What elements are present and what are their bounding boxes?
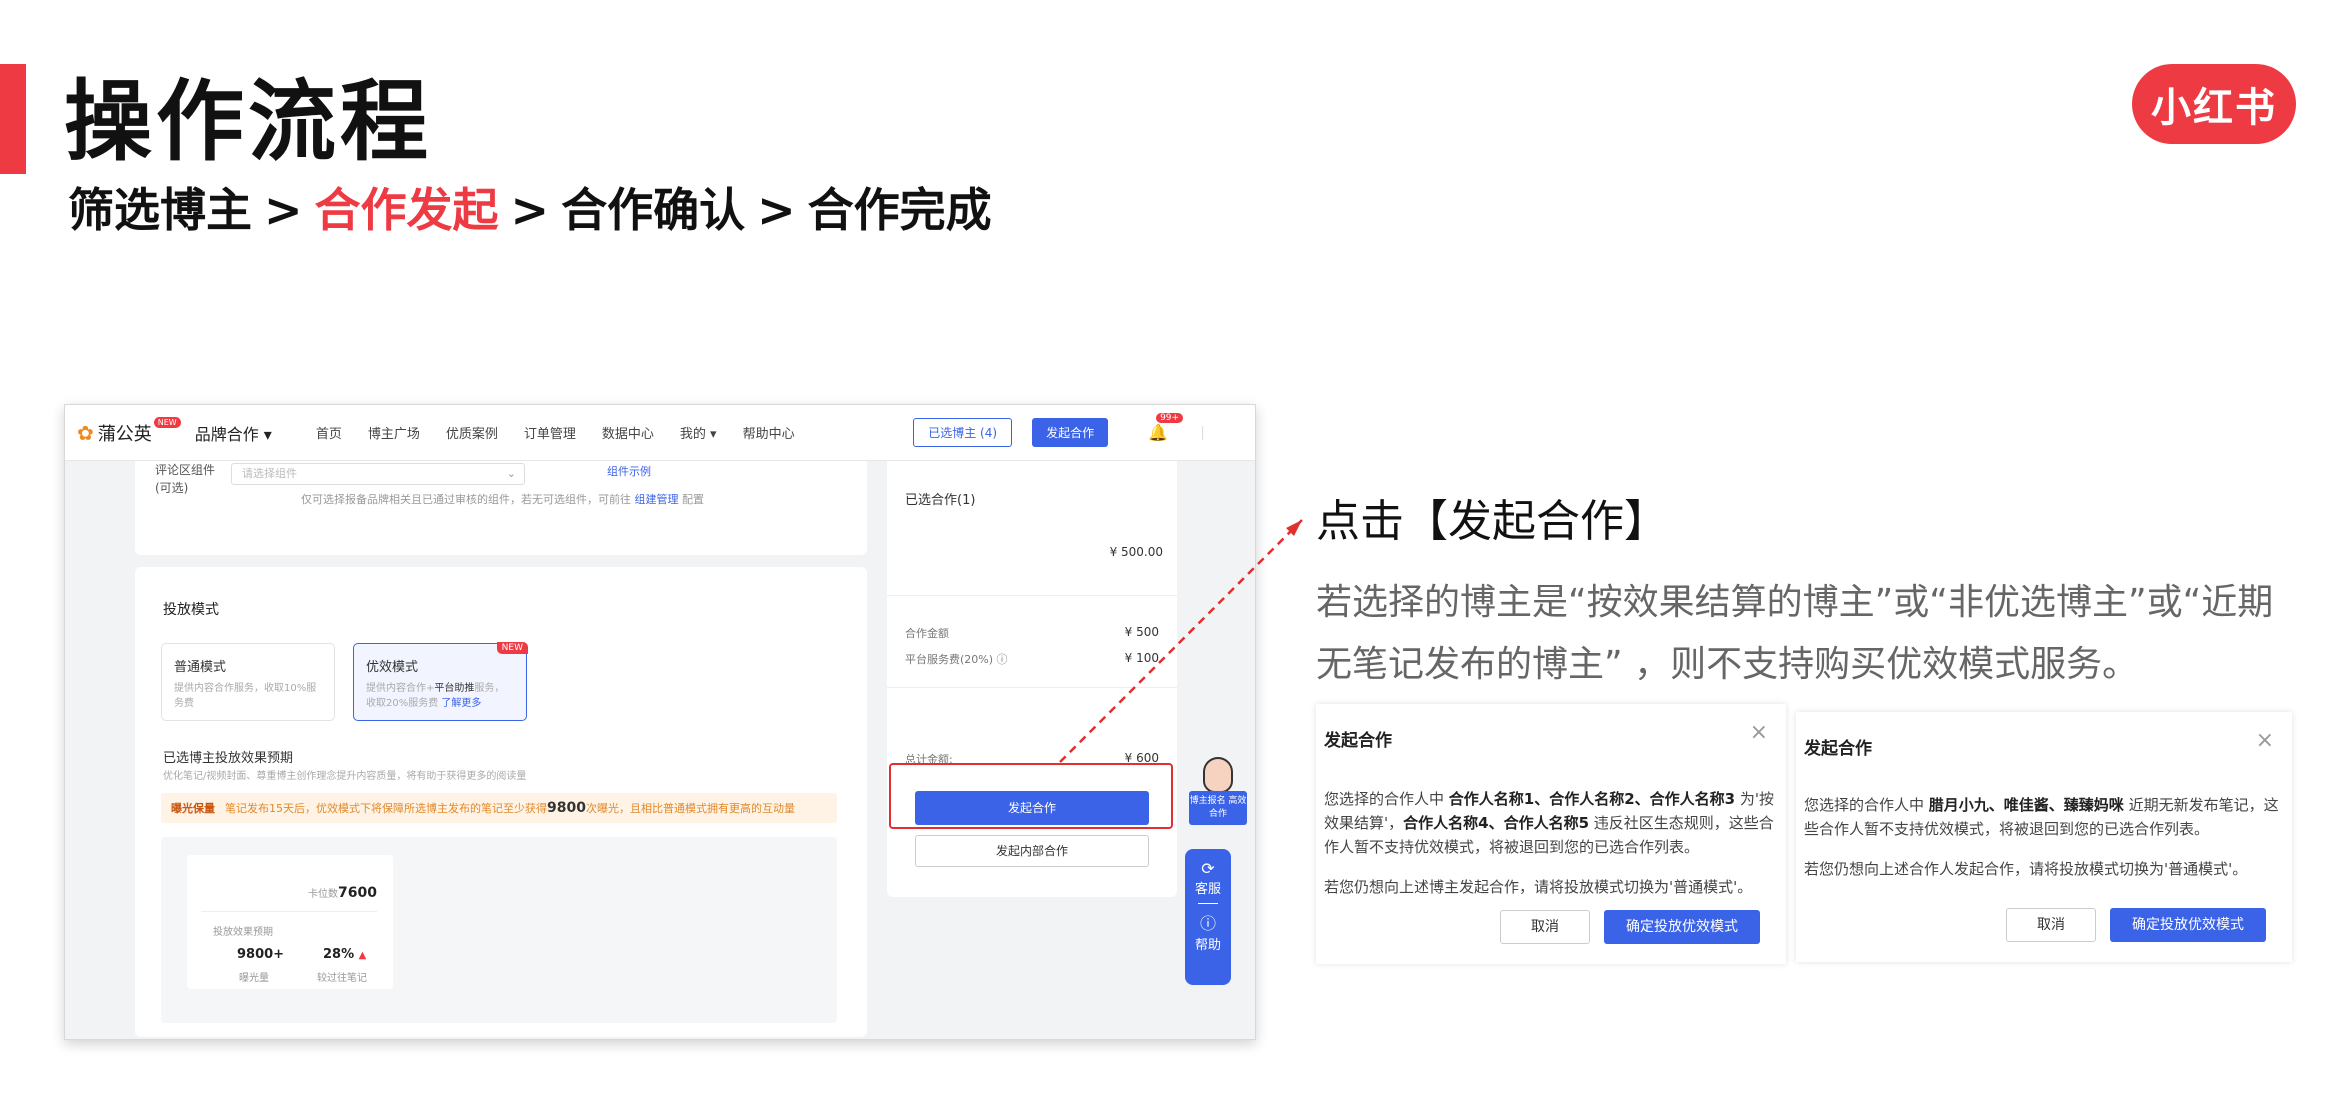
nav-home[interactable]: 首页 (316, 423, 342, 442)
cancel-button[interactable]: 取消 (2006, 908, 2096, 942)
xiaohongshu-logo: 小红书 (2132, 64, 2296, 144)
new-badge: NEW (153, 417, 181, 428)
arrow-up-icon: ▲ (358, 950, 367, 961)
prediction-title: 已选博主投放效果预期 (163, 751, 294, 766)
brand-logo[interactable]: ✿ 蒲公英 NEW (77, 417, 181, 446)
exposure-value: 9800+ (237, 947, 285, 962)
exposure-label: 曝光量 (239, 973, 269, 984)
step-filter: 筛选博主 (68, 183, 252, 237)
notification-badge: 99+ (1156, 413, 1184, 423)
pointer-arrow (1059, 519, 1303, 763)
help-button[interactable]: ⓘ 帮助 (1185, 910, 1231, 953)
comment-component-label: 评论区组件(可选) (155, 463, 216, 495)
chevron-down-icon: ⌄ (506, 467, 516, 480)
selected-bloggers-button[interactable]: 已选博主 (4) (913, 418, 1013, 447)
nav-cases[interactable]: 优质案例 (446, 423, 498, 442)
start-internal-coop-button[interactable]: 发起内部合作 (915, 835, 1149, 867)
accent-bar (0, 64, 26, 174)
note-title: 点击【发起合作】 (1316, 496, 1668, 547)
nav-blogger-square[interactable]: 博主广场 (368, 423, 420, 442)
question-icon: ⓘ (1199, 914, 1216, 933)
prediction-desc: 优化笔记/视频封面、尊重博主创作理念提升内容质量，将有助于获得更多的阅读量 (163, 771, 527, 782)
customer-service-button[interactable]: ⟳ 客服 (1185, 849, 1231, 897)
prediction-subtitle: 投放效果预期 (213, 927, 273, 938)
ratio-label: 较过往笔记 (317, 973, 367, 984)
component-manage-link[interactable]: 组建管理 (635, 493, 679, 506)
step-start-current: 合作发起 (314, 183, 499, 237)
slide-title: 操作流程 (64, 70, 433, 173)
help-sidebar: ⟳ 客服 ⓘ 帮助 (1185, 849, 1231, 985)
mode-effect-option[interactable]: NEW 优效模式 提供内容合作+平台助推服务，收取20%服务费 了解更多 (353, 642, 528, 721)
nav-divider (1202, 425, 1203, 440)
divider (201, 911, 377, 912)
dialog-message: 您选择的合作人中 腊月小九、唯佳酱、臻臻妈咪 近期无新发布笔记，这些合作人暂不支… (1804, 796, 2279, 838)
component-select[interactable]: 请选择组件 ⌄ (231, 463, 525, 485)
nav-start-coop-button[interactable]: 发起合作 (1032, 418, 1109, 447)
dialog-hint: 若您仍想向上述合作人发起合作，请将投放模式切换为'普通模式'。 (1804, 860, 2248, 878)
ratio-value: 28% ▲ (323, 947, 367, 962)
mode-normal-option[interactable]: 普通模式 提供内容合作服务，收取10%服务费 (161, 643, 335, 721)
start-coop-dialog-2: 发起合作 × 您选择的合作人中 腊月小九、唯佳酱、臻臻妈咪 近期无新发布笔记，这… (1796, 712, 2292, 962)
note-body: 若选择的博主是“按效果结算的博主”或“非优选博主”或“近期无笔记发布的博主” ，… (1316, 582, 2274, 685)
dialog-hint: 若您仍想向上述博主发起合作，请将投放模式切换为'普通模式'。 (1324, 878, 1753, 896)
dandelion-icon: ✿ (77, 420, 94, 445)
top-nav: ✿ 蒲公英 NEW 品牌合作 ▾ 首页 博主广场 优质案例 订单管理 数据中心 … (65, 405, 1255, 461)
comment-component-card: 评论区组件(可选) 请选择组件 ⌄ 组件示例 仅可选择报备品牌相关且已通过审核的组… (135, 461, 867, 555)
bell-icon[interactable]: 🔔 99+ (1148, 413, 1184, 442)
close-icon[interactable]: × (1750, 722, 1768, 744)
learn-more-link[interactable]: 了解更多 (441, 698, 481, 709)
cancel-button[interactable]: 取消 (1500, 910, 1590, 944)
nav-mine[interactable]: 我的 ▾ (680, 423, 717, 442)
delivery-mode-card: 投放模式 普通模式 提供内容合作服务，收取10%服务费 NEW 优效模式 提供内… (135, 567, 867, 1037)
new-badge: NEW (496, 642, 528, 654)
process-steps: 筛选博主 > 合作发起 > 合作确认 > 合作完成 (68, 183, 992, 237)
component-hint: 仅可选择报备品牌相关且已通过审核的组件，若无可选组件，可前往 组建管理 配置 (301, 493, 704, 506)
selected-coop-title: 已选合作(1) (905, 493, 976, 508)
brand-coop-menu[interactable]: 品牌合作 ▾ (195, 421, 272, 445)
dialog-title: 发起合作 (1804, 739, 1872, 759)
nav-orders[interactable]: 订单管理 (524, 423, 576, 442)
confirm-effect-mode-button[interactable]: 确定投放优效模式 (2110, 908, 2266, 942)
start-coop-dialog-1: 发起合作 × 您选择的合作人中 合作人名称1、合作人名称2、合作人名称3 为'按… (1316, 704, 1786, 964)
delivery-mode-title: 投放模式 (163, 602, 219, 618)
prediction-panel: 卡位数7600 投放效果预期 9800+ 28% ▲ 曝光量 较过往笔记 (161, 837, 837, 1023)
nav-help-center[interactable]: 帮助中心 (743, 423, 795, 442)
confirm-effect-mode-button[interactable]: 确定投放优效模式 (1604, 910, 1760, 944)
rank-readout: 卡位数7600 (308, 885, 377, 901)
exposure-guarantee-banner: 曝光保量 笔记发布15天后，优效模式下将保障所选博主发布的笔记至少获得9800次曝… (161, 793, 837, 823)
divider (1198, 903, 1218, 904)
prediction-card: 卡位数7600 投放效果预期 9800+ 28% ▲ 曝光量 较过往笔记 (187, 855, 393, 989)
step-complete: 合作完成 (807, 183, 992, 237)
refresh-icon: ⟳ (1201, 859, 1215, 878)
dialog-message: 您选择的合作人中 合作人名称1、合作人名称2、合作人名称3 为'按效果结算'，合… (1324, 790, 1775, 856)
close-icon[interactable]: × (2256, 730, 2274, 752)
step-confirm: 合作确认 (561, 183, 746, 237)
dialog-title: 发起合作 (1324, 731, 1392, 751)
component-example-link[interactable]: 组件示例 (607, 463, 651, 479)
nav-data-center[interactable]: 数据中心 (602, 423, 654, 442)
